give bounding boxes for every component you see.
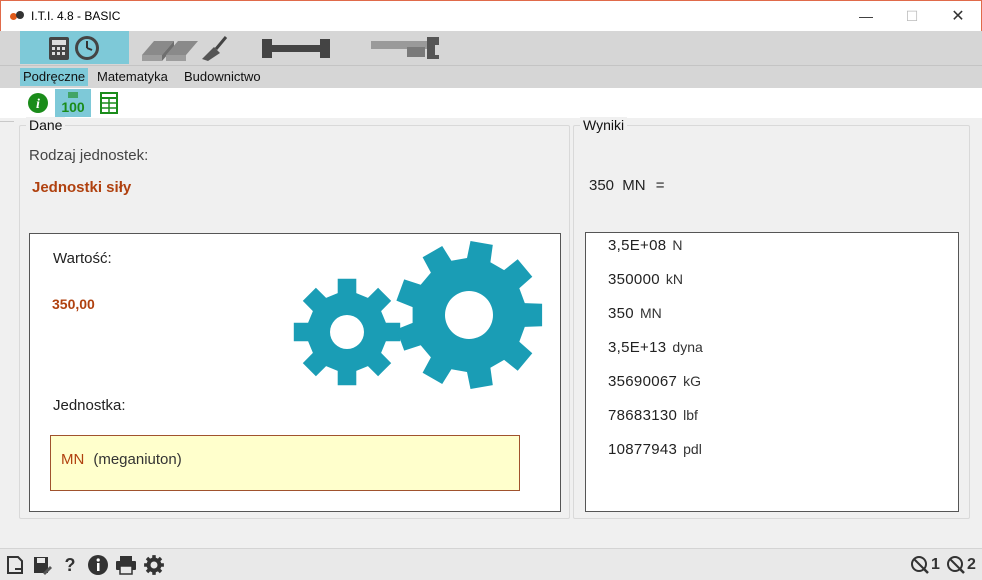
small-gear-hole bbox=[330, 315, 364, 349]
app-logo-icon bbox=[10, 10, 26, 22]
result-value: 35690067 bbox=[608, 373, 678, 390]
result-value: 350000 bbox=[608, 271, 660, 288]
unit-converter-button[interactable]: 100 bbox=[55, 89, 91, 117]
unit-select[interactable]: MN (meganiuton) bbox=[50, 435, 520, 491]
result-unit: MN bbox=[639, 305, 662, 321]
unit-label: Jednostka: bbox=[53, 397, 126, 414]
result-value: 350 bbox=[608, 305, 634, 322]
spreadsheet-icon bbox=[100, 92, 118, 114]
result-row: 3,5E+13 dyna bbox=[608, 339, 703, 356]
settings-gear-shape-hole bbox=[150, 561, 158, 569]
new-document-icon bbox=[7, 556, 23, 574]
divider bbox=[0, 121, 14, 122]
save-button[interactable] bbox=[30, 553, 54, 577]
info-button[interactable] bbox=[86, 553, 110, 577]
result-row: 35690067 kG bbox=[608, 373, 701, 390]
module-plumbing-button[interactable] bbox=[365, 31, 450, 64]
no-search-icon bbox=[947, 556, 965, 574]
info-tool-button[interactable]: i bbox=[20, 89, 56, 117]
gears-icon bbox=[293, 241, 543, 389]
result-row: 3,5E+08 N bbox=[608, 237, 683, 254]
result-unit: kN bbox=[665, 271, 683, 287]
result-value: 10877943 bbox=[608, 441, 678, 458]
percent-100-label: 100 bbox=[61, 99, 85, 115]
wyniki-group-label: Wyniki bbox=[580, 117, 628, 133]
result-header-unit: MN bbox=[622, 177, 646, 194]
save-edit-icon bbox=[34, 557, 52, 575]
result-unit: pdl bbox=[683, 441, 702, 457]
counter-1-value: 1 bbox=[931, 556, 940, 573]
module-toolbar bbox=[0, 31, 982, 65]
counter-1[interactable]: 1 bbox=[910, 553, 940, 577]
sub-toolbar: i 100 bbox=[0, 88, 982, 118]
result-unit: kG bbox=[683, 373, 702, 389]
help-button[interactable]: ? bbox=[58, 553, 82, 577]
status-bar: ? 1 2 bbox=[0, 548, 982, 580]
module-tools-button[interactable] bbox=[20, 31, 129, 64]
info-green-icon: i bbox=[28, 93, 48, 113]
tab-matematyka[interactable]: Matematyka bbox=[94, 68, 171, 86]
result-unit: N bbox=[672, 237, 683, 253]
result-header-value: 350 bbox=[589, 177, 615, 194]
result-row: 350000 kN bbox=[608, 271, 683, 288]
close-button[interactable]: ✕ bbox=[935, 1, 981, 31]
result-value: 3,5E+13 bbox=[608, 339, 667, 356]
module-mechanics-button[interactable] bbox=[252, 31, 340, 64]
help-icon: ? bbox=[64, 554, 76, 575]
result-header: 350 MN = bbox=[589, 177, 664, 194]
tab-podreczne[interactable]: Podręczne bbox=[20, 68, 89, 86]
unit-type-label: Rodzaj jednostek: bbox=[29, 147, 149, 164]
print-icon bbox=[116, 556, 136, 575]
title-bar: I.T.I. 4.8 - BASIC — ☐ ✕ bbox=[0, 0, 982, 31]
window-title: I.T.I. 4.8 - BASIC bbox=[31, 9, 121, 23]
unit-symbol: MN bbox=[61, 451, 85, 468]
result-unit: lbf bbox=[683, 407, 698, 423]
spreadsheet-tool-button[interactable] bbox=[91, 89, 127, 117]
svg-text:i: i bbox=[36, 97, 40, 112]
module-construction-button[interactable] bbox=[134, 31, 234, 64]
maximize-button[interactable]: ☐ bbox=[889, 1, 935, 31]
minimize-button[interactable]: — bbox=[843, 1, 889, 31]
value-label: Wartość: bbox=[53, 250, 112, 267]
counter-2-value: 2 bbox=[967, 556, 976, 573]
result-unit: dyna bbox=[672, 339, 703, 355]
settings-button[interactable] bbox=[142, 553, 166, 577]
bricks-trowel-icon bbox=[142, 35, 228, 61]
dane-group-label: Dane bbox=[26, 117, 66, 133]
counter-2[interactable]: 2 bbox=[946, 553, 976, 577]
result-value: 3,5E+08 bbox=[608, 237, 667, 254]
no-search-icon bbox=[911, 556, 929, 574]
info-icon bbox=[88, 555, 108, 575]
result-header-equals: = bbox=[655, 177, 665, 194]
pipe-wrench-icon bbox=[370, 36, 439, 59]
print-button[interactable] bbox=[114, 553, 138, 577]
calculator-clock-icon bbox=[48, 35, 99, 60]
value-input[interactable]: 350,00 bbox=[52, 296, 95, 312]
results-list[interactable]: 3,5E+08 N 350000 kN 350 MN 3,5E+13 dyna 3569… bbox=[585, 232, 959, 512]
result-row: 78683130 lbf bbox=[608, 407, 698, 424]
unit-type-value[interactable]: Jednostki siły bbox=[32, 179, 131, 196]
percent-100-icon: 100 bbox=[61, 92, 85, 115]
result-row: 350 MN bbox=[608, 305, 662, 322]
category-tabs: Podręczne Matematyka Budownictwo bbox=[0, 65, 982, 88]
settings-gear-icon bbox=[144, 555, 164, 575]
result-value: 78683130 bbox=[608, 407, 678, 424]
new-document-button[interactable] bbox=[3, 553, 27, 577]
wrench-icon bbox=[262, 38, 330, 58]
result-row: 10877943 pdl bbox=[608, 441, 702, 458]
large-gear-hole bbox=[445, 291, 493, 339]
tab-budownictwo[interactable]: Budownictwo bbox=[181, 68, 264, 86]
unit-name: (meganiuton) bbox=[93, 451, 182, 468]
